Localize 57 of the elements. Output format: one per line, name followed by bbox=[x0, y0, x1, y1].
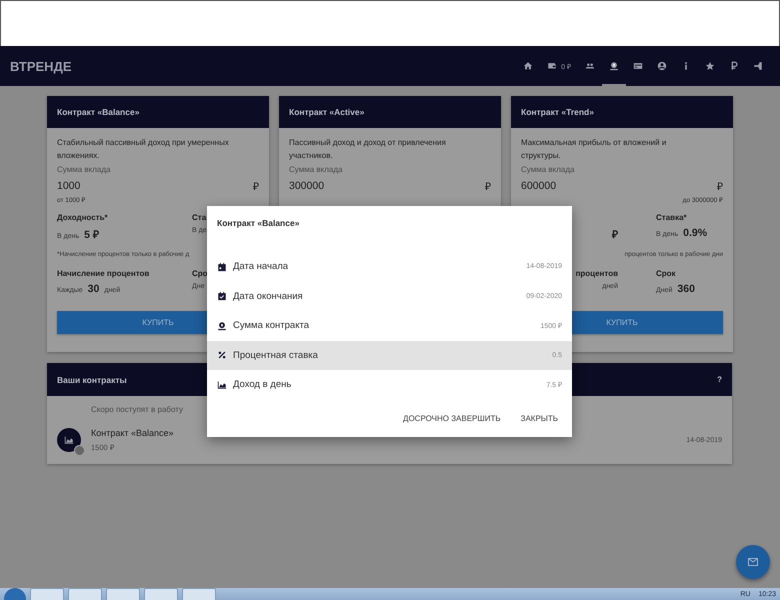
stat-value: 360 bbox=[677, 283, 695, 295]
card-description: Стабильный пассивный доход при умеренных вложениях. bbox=[57, 137, 230, 162]
start-button[interactable] bbox=[4, 588, 26, 600]
stat-label: Ста bbox=[192, 213, 208, 223]
stat-value: ₽ bbox=[612, 228, 618, 241]
card-icon bbox=[633, 61, 643, 71]
stat-label: Начисление процентов bbox=[57, 269, 150, 279]
calendar-icon bbox=[217, 262, 227, 272]
percent-icon bbox=[217, 350, 227, 360]
stat-value: 0.9% bbox=[683, 227, 708, 239]
panel-title: Ваши контракты bbox=[57, 374, 127, 384]
amount-label: Сумма вклада bbox=[289, 165, 344, 174]
amount-value: 1000 bbox=[57, 180, 80, 192]
dialog-action-button[interactable]: ДОСРОЧНО ЗАВЕРШИТЬ bbox=[395, 410, 509, 426]
amount-label: Сумма вклада bbox=[521, 165, 576, 174]
mail-button[interactable] bbox=[736, 545, 770, 579]
card-description: Максимальная прибыль от вложений и структуры. bbox=[521, 137, 668, 162]
dialog-title: Контракт «Balance» bbox=[216, 217, 300, 230]
stat-label: Доходность* bbox=[57, 213, 109, 223]
wallet-icon bbox=[547, 61, 558, 71]
dialog-action-button[interactable]: ЗАКРЫТЬ bbox=[512, 410, 566, 426]
mail-icon bbox=[747, 556, 759, 568]
status-badge bbox=[74, 445, 85, 456]
account-icon bbox=[657, 61, 667, 71]
stat-label: Ставка* bbox=[656, 213, 688, 223]
chart-icon bbox=[217, 380, 227, 390]
stat-value: 30 bbox=[88, 283, 100, 295]
amount-value: 600000 bbox=[521, 180, 556, 192]
help-link[interactable]: ? bbox=[717, 375, 722, 384]
chart-icon bbox=[64, 435, 74, 445]
stat-label: Сро bbox=[192, 269, 209, 279]
currency-sign: ₽ bbox=[717, 180, 723, 192]
users-icon bbox=[585, 61, 595, 71]
currency-sign: ₽ bbox=[253, 180, 259, 192]
card-title: Контракт «Balance» bbox=[57, 107, 140, 117]
calendar-check-icon bbox=[217, 291, 227, 302]
amount-label: Сумма вклада bbox=[57, 165, 112, 174]
contract-name: Контракт «Balance» bbox=[91, 428, 175, 438]
stat-label: Срок bbox=[656, 269, 677, 279]
card-description: Пассивный доход и доход от привлечения участников. bbox=[289, 137, 447, 162]
taskbar-app[interactable] bbox=[68, 588, 102, 600]
section-caption: Скоро поступят в работу bbox=[90, 404, 184, 414]
card-title: Контракт «Active» bbox=[289, 107, 364, 117]
taskbar-app[interactable] bbox=[182, 588, 216, 600]
currency-sign: ₽ bbox=[485, 180, 491, 192]
taskbar-app[interactable] bbox=[106, 588, 140, 600]
logout-icon bbox=[753, 61, 763, 71]
brand-logo[interactable]: ВТРЕНДЕ bbox=[10, 58, 516, 74]
taskbar-app[interactable] bbox=[30, 588, 64, 600]
ruble-icon bbox=[729, 61, 739, 71]
stat-label: процентов bbox=[576, 269, 618, 279]
card-title: Контракт «Trend» bbox=[521, 107, 594, 117]
star-icon bbox=[705, 61, 715, 71]
stat-value: 5 ₽ bbox=[84, 228, 99, 241]
amount-value: 300000 bbox=[289, 180, 324, 192]
home-icon bbox=[523, 61, 534, 71]
taskbar-app[interactable] bbox=[144, 588, 178, 600]
